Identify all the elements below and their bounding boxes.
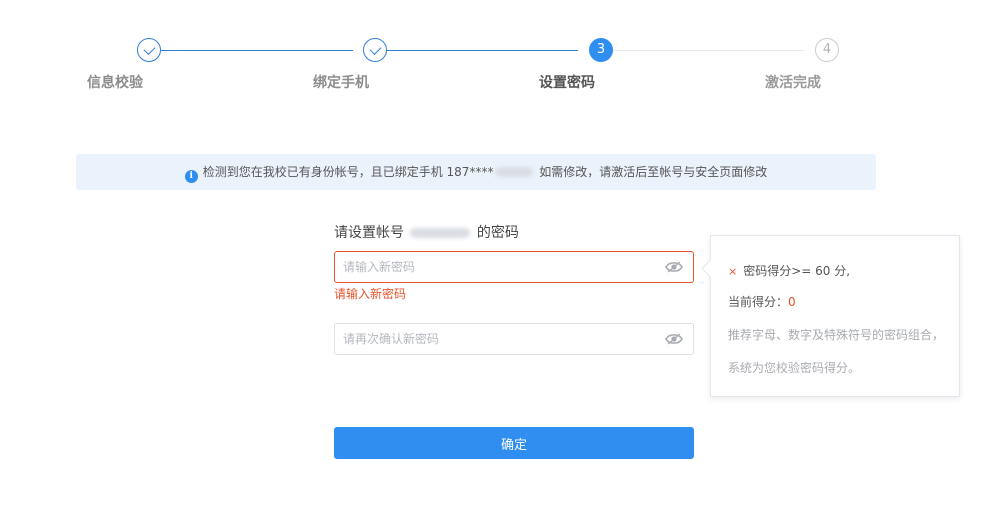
tooltip-rule-text: 密码得分>= 60 分,: [743, 264, 851, 278]
password-error-text: 请输入新密码: [334, 287, 407, 301]
notice-text-before: 检测到您在我校已有身份帐号，且已绑定手机 187****: [202, 165, 494, 179]
eye-icon[interactable]: [665, 260, 683, 274]
step-4-label: 激活完成: [765, 75, 821, 91]
confirm-button[interactable]: 确定: [334, 427, 694, 459]
tooltip-hint-2: 系统为您校验密码得分。: [728, 361, 861, 375]
current-score-label: 当前得分：: [728, 295, 789, 309]
step-3-label: 设置密码: [539, 75, 595, 91]
step-2-label: 绑定手机: [313, 75, 369, 91]
password-strength-tooltip: × 密码得分>= 60 分, 当前得分：0 推荐字母、数字及特殊符号的密码组合， …: [710, 235, 960, 397]
new-password-field: [334, 251, 694, 283]
masked-account: [410, 228, 471, 238]
step-connector-3: [613, 50, 804, 51]
form-title: 请设置帐号 的密码: [334, 222, 519, 242]
info-icon: i: [184, 170, 198, 183]
step-connector-1: [161, 50, 353, 51]
confirm-password-input[interactable]: [335, 324, 653, 354]
step-1-label: 信息校验: [87, 75, 143, 91]
step-1-check-icon: [137, 38, 161, 62]
current-score-value: 0: [788, 295, 796, 309]
step-4-number: 4: [815, 38, 839, 62]
eye-icon[interactable]: [665, 332, 683, 346]
tooltip-hint-1: 推荐字母、数字及特殊符号的密码组合，: [728, 328, 945, 342]
form-title-prefix: 请设置帐号: [334, 225, 404, 241]
tooltip-current-score: 当前得分：0: [728, 293, 796, 310]
step-connector-2: [387, 50, 578, 51]
progress-steps: 3 4 信息校验 绑定手机 设置密码 激活完成: [0, 0, 997, 100]
confirm-password-field: [334, 323, 694, 355]
info-notice: i 检测到您在我校已有身份帐号，且已绑定手机 187**** 如需修改，请激活后至…: [76, 154, 876, 190]
notice-text-after: 如需修改，请激活后至帐号与安全页面修改: [535, 165, 768, 179]
page: 3 4 信息校验 绑定手机 设置密码 激活完成 i 检测到您在我校已有身份帐号，且…: [0, 0, 997, 509]
new-password-input[interactable]: [335, 252, 653, 282]
masked-phone-digits: [495, 167, 534, 177]
tooltip-rule: × 密码得分>= 60 分,: [728, 262, 850, 279]
step-3-number: 3: [589, 38, 613, 62]
step-2-check-icon: [363, 38, 387, 62]
form-title-suffix: 的密码: [476, 225, 519, 241]
close-icon: ×: [728, 265, 738, 278]
